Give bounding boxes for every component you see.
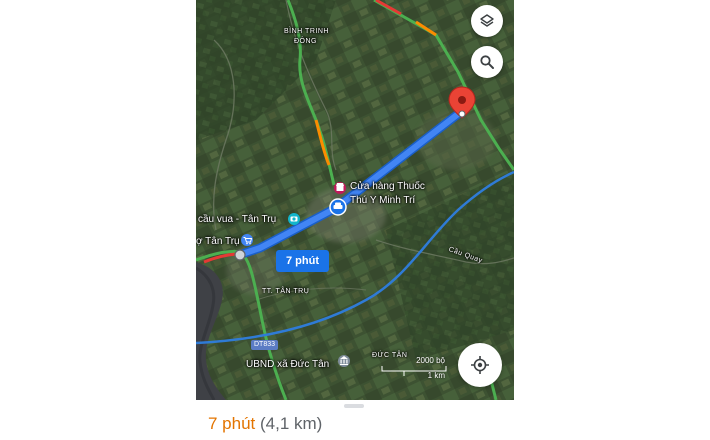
car-icon: [329, 198, 347, 216]
origin-marker: [234, 249, 246, 261]
label-store-name[interactable]: Cửa hàng Thuốc: [350, 181, 425, 192]
label-dong: ĐÔNG: [294, 38, 317, 45]
sheet-drag-handle[interactable]: [344, 404, 364, 408]
route-duration: 7 phút: [208, 414, 256, 433]
government-building-icon[interactable]: [338, 355, 350, 367]
layers-button[interactable]: [471, 5, 503, 37]
search-icon: [480, 55, 494, 69]
my-location-icon: [471, 356, 489, 374]
map-screen: BÌNH TRINH ĐÔNG Cửa hàng Thuốc Thú Y Min…: [196, 0, 514, 440]
road-shield-dt833: DT833: [251, 340, 279, 350]
label-ubnd[interactable]: UBND xã Đức Tân: [246, 359, 329, 370]
label-cau-vua[interactable]: cầu vua - Tân Trụ: [198, 214, 276, 225]
label-cho-tan-tru[interactable]: ợ Tân Trụ: [196, 236, 240, 247]
my-location-button[interactable]: [458, 343, 502, 387]
route-distance: (4,1 km): [260, 414, 323, 433]
label-store-name-2[interactable]: Thú Y Minh Trí: [350, 195, 415, 206]
scale-metric: 1 km: [427, 371, 445, 380]
store-icon[interactable]: [334, 182, 346, 194]
shopping-cart-icon[interactable]: [241, 234, 253, 246]
route-bottom-sheet[interactable]: 7 phút (4,1 km): [196, 400, 514, 440]
scale-labels: 2000 bộ 1 km: [379, 356, 447, 382]
route-summary: 7 phút (4,1 km): [208, 414, 322, 434]
camera-icon[interactable]: [288, 213, 300, 225]
layers-icon: [480, 14, 494, 27]
search-button[interactable]: [471, 46, 503, 78]
label-binh-trinh: BÌNH TRINH: [284, 28, 329, 35]
label-tt-tan-tru: TT. TÂN TRỤ: [262, 288, 310, 295]
scale-imperial: 2000 bộ: [416, 356, 445, 365]
route-eta-badge[interactable]: 7 phút: [276, 250, 329, 272]
